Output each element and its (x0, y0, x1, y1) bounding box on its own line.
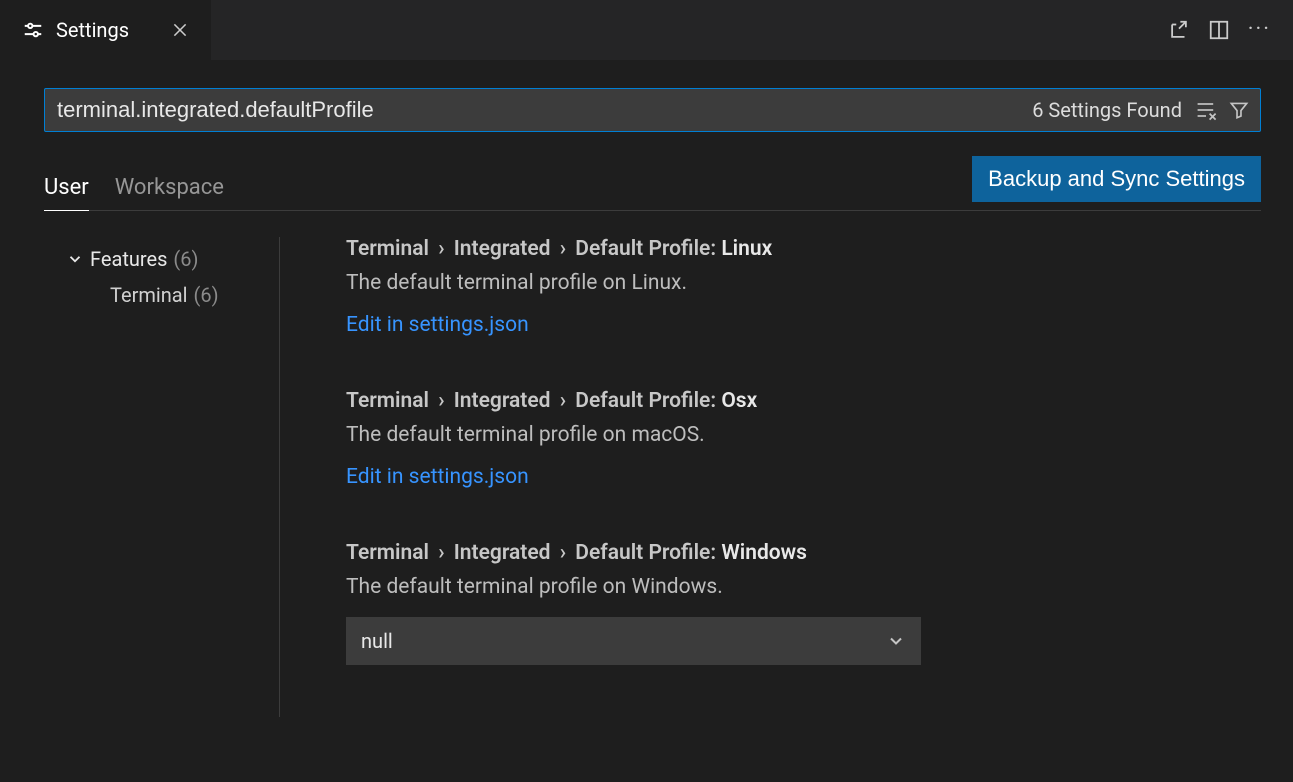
tab-title: Settings (56, 18, 129, 42)
default-profile-windows-select[interactable]: null (346, 617, 921, 665)
settings-body: 6 Settings Found User Workspace Backup a… (0, 60, 1293, 717)
settings-list[interactable]: Terminal › Integrated › Default Profile:… (280, 237, 1261, 717)
setting-default-profile-osx: Terminal › Integrated › Default Profile:… (346, 389, 1251, 489)
tree-item-features[interactable]: Features (6) (66, 241, 279, 277)
open-changes-icon[interactable] (1168, 19, 1190, 41)
setting-description: The default terminal profile on macOS. (346, 423, 1251, 447)
chevron-down-icon (886, 631, 906, 651)
settings-scope-row: User Workspace Backup and Sync Settings (44, 156, 1261, 211)
settings-content: Features (6) Terminal (6) Terminal › Int… (44, 237, 1261, 717)
setting-default-profile-linux: Terminal › Integrated › Default Profile:… (346, 237, 1251, 337)
tab-settings[interactable]: Settings (0, 0, 211, 60)
tabbar-actions: ··· (1168, 0, 1293, 60)
more-actions-icon[interactable]: ··· (1248, 19, 1271, 41)
edit-in-settings-json-link[interactable]: Edit in settings.json (346, 313, 529, 337)
tree-item-label: Terminal (110, 283, 188, 307)
settings-results-count: 6 Settings Found (1032, 98, 1182, 122)
settings-gear-icon (22, 19, 44, 41)
scope-tab-workspace[interactable]: Workspace (115, 175, 224, 210)
tree-item-terminal[interactable]: Terminal (6) (66, 277, 279, 313)
setting-description: The default terminal profile on Windows. (346, 575, 1251, 599)
close-icon[interactable] (171, 21, 189, 39)
clear-search-icon[interactable] (1194, 98, 1218, 122)
tree-item-count: (6) (194, 283, 219, 307)
scope-tab-user[interactable]: User (44, 175, 89, 211)
setting-description: The default terminal profile on Linux. (346, 271, 1251, 295)
tree-item-label: Features (90, 247, 167, 271)
settings-scope-tabs: User Workspace (44, 175, 224, 210)
select-value: null (361, 629, 393, 653)
tabbar-left: Settings (0, 0, 211, 60)
edit-in-settings-json-link[interactable]: Edit in settings.json (346, 465, 529, 489)
settings-search-row: 6 Settings Found (44, 88, 1261, 132)
tree-item-count: (6) (173, 247, 198, 271)
settings-tree: Features (6) Terminal (6) (44, 237, 280, 717)
chevron-down-icon (66, 250, 84, 268)
setting-title: Terminal › Integrated › Default Profile:… (346, 237, 1251, 261)
filter-icon[interactable] (1228, 99, 1250, 121)
backup-sync-button[interactable]: Backup and Sync Settings (972, 156, 1261, 202)
setting-title: Terminal › Integrated › Default Profile:… (346, 541, 1251, 565)
setting-title: Terminal › Integrated › Default Profile:… (346, 389, 1251, 413)
editor-tabbar: Settings ··· (0, 0, 1293, 60)
split-editor-icon[interactable] (1208, 19, 1230, 41)
setting-default-profile-windows: Terminal › Integrated › Default Profile:… (346, 541, 1251, 665)
settings-search-input[interactable] (53, 97, 1022, 123)
